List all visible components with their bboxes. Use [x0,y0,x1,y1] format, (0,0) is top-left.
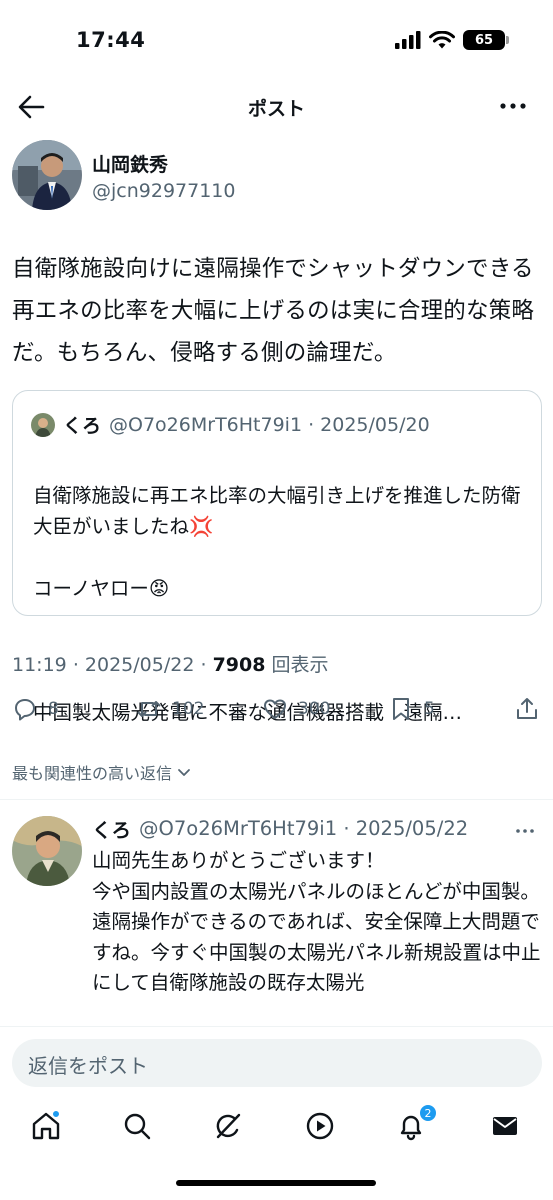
like-count: 300 [298,699,331,719]
quoted-post[interactable]: くろ @O7o26MrT6Ht79i1 · 2025/05/20 自衛隊施設に再… [12,390,542,724]
repost-icon [137,701,161,717]
status-icons: 65 [395,30,509,50]
post-date: 2025/05/22 [84,654,195,676]
wifi-icon [429,30,455,48]
quote-separator: · [302,413,321,436]
tab-search[interactable] [121,1110,153,1142]
chevron-down-icon [178,769,190,776]
status-time: 17:44 [76,28,146,52]
meta-separator: · [200,654,213,676]
bookmark-icon [393,698,409,720]
reply-sort-selector[interactable]: 最も関連性の高い返信 [12,760,192,784]
more-options-button[interactable] [499,94,527,118]
author-name[interactable]: 山岡鉄秀 [92,150,168,177]
repost-button[interactable]: 102 [136,696,204,722]
home-unread-dot [52,1110,60,1118]
post-author: 山岡鉄秀 @jcn92977110 [12,140,542,214]
author-avatar[interactable] [12,140,82,210]
bookmark-button[interactable]: 5 [388,696,435,722]
share-button[interactable] [514,696,540,722]
author-photo [12,140,82,210]
reply-more-button[interactable] [515,820,535,839]
post-meta: 11:19 · 2025/05/22 · 7908 回表示 [12,650,329,677]
quote-handle: @O7o26MrT6Ht79i1 [109,413,303,436]
reply-button[interactable]: 8 [12,696,59,722]
reply-date: 2025/05/22 [355,817,469,840]
reply-separator: · [337,817,356,840]
tab-home[interactable] [30,1110,62,1142]
grok-icon [216,1113,241,1139]
view-count-label: 回表示 [271,654,329,676]
search-icon [124,1113,151,1140]
tab-notifications[interactable]: 2 [395,1104,437,1142]
cellular-signal-icon [395,31,421,49]
post-time: 11:19 [12,654,67,676]
more-dots-icon [516,829,534,833]
view-count: 7908 [212,654,266,676]
bookmark-count: 5 [424,699,435,719]
tab-bar: 2 [0,1104,553,1152]
reply-handle[interactable]: @O7o26MrT6Ht79i1 [139,817,337,840]
tab-grok[interactable] [212,1110,244,1142]
share-icon [517,698,537,719]
author-handle[interactable]: @jcn92977110 [92,180,235,202]
post-actions: 8 102 300 5 [0,696,553,730]
reply-text: 山岡先生ありがとうございます！ 今や国内設置の太陽光パネルのほとんどが中国製。 … [92,849,541,994]
heart-icon [264,699,286,719]
meta-separator: · [72,654,85,676]
quote-author-name: くろ [63,415,102,437]
tab-messages[interactable] [489,1110,521,1142]
reply-avatar[interactable] [12,816,82,886]
reply-header: くろ @O7o26MrT6Ht79i1 · 2025/05/22 [92,814,468,843]
tab-video[interactable] [304,1110,336,1142]
play-circle-icon [306,1112,334,1140]
reply-sort-label: 最も関連性の高い返信 [12,764,173,783]
reply-author-name[interactable]: くろ [92,814,131,843]
post-text: 自衛隊施設向けに遠隔操作でシャットダウンできる再エネの比率を大幅に上げるのは実に… [12,256,535,366]
nav-header: ポスト [0,80,553,132]
quote-date: 2025/05/20 [320,413,430,436]
status-bar: 17:44 65 [0,0,553,80]
battery-level: 65 [474,32,494,48]
quote-line: コーノヤロー😡 [33,577,170,600]
reply-count: 8 [48,699,59,719]
battery-indicator: 65 [463,30,509,50]
home-indicator [176,1180,376,1186]
mail-icon [493,1117,517,1135]
notification-badge: 2 [419,1104,437,1122]
reply-compose-input[interactable]: 返信をポスト [12,1039,542,1087]
quote-line: 自衛隊施設に再エネ比率の大幅引き上げを推進した防衛大臣がいましたね💢 [33,484,521,538]
quote-avatar [31,412,55,437]
quote-header: くろ @O7o26MrT6Ht79i1 · 2025/05/20 [31,411,430,438]
reply-avatar-image [12,816,82,886]
page-title: ポスト [247,98,305,120]
reply-icon [15,699,35,721]
quote-avatar-image [31,412,55,437]
more-dots-icon [500,103,526,109]
like-button[interactable]: 300 [262,696,330,722]
repost-count: 102 [172,699,205,719]
reply-post[interactable]: くろ @O7o26MrT6Ht79i1 · 2025/05/22 山岡先生ありが… [0,800,553,1026]
